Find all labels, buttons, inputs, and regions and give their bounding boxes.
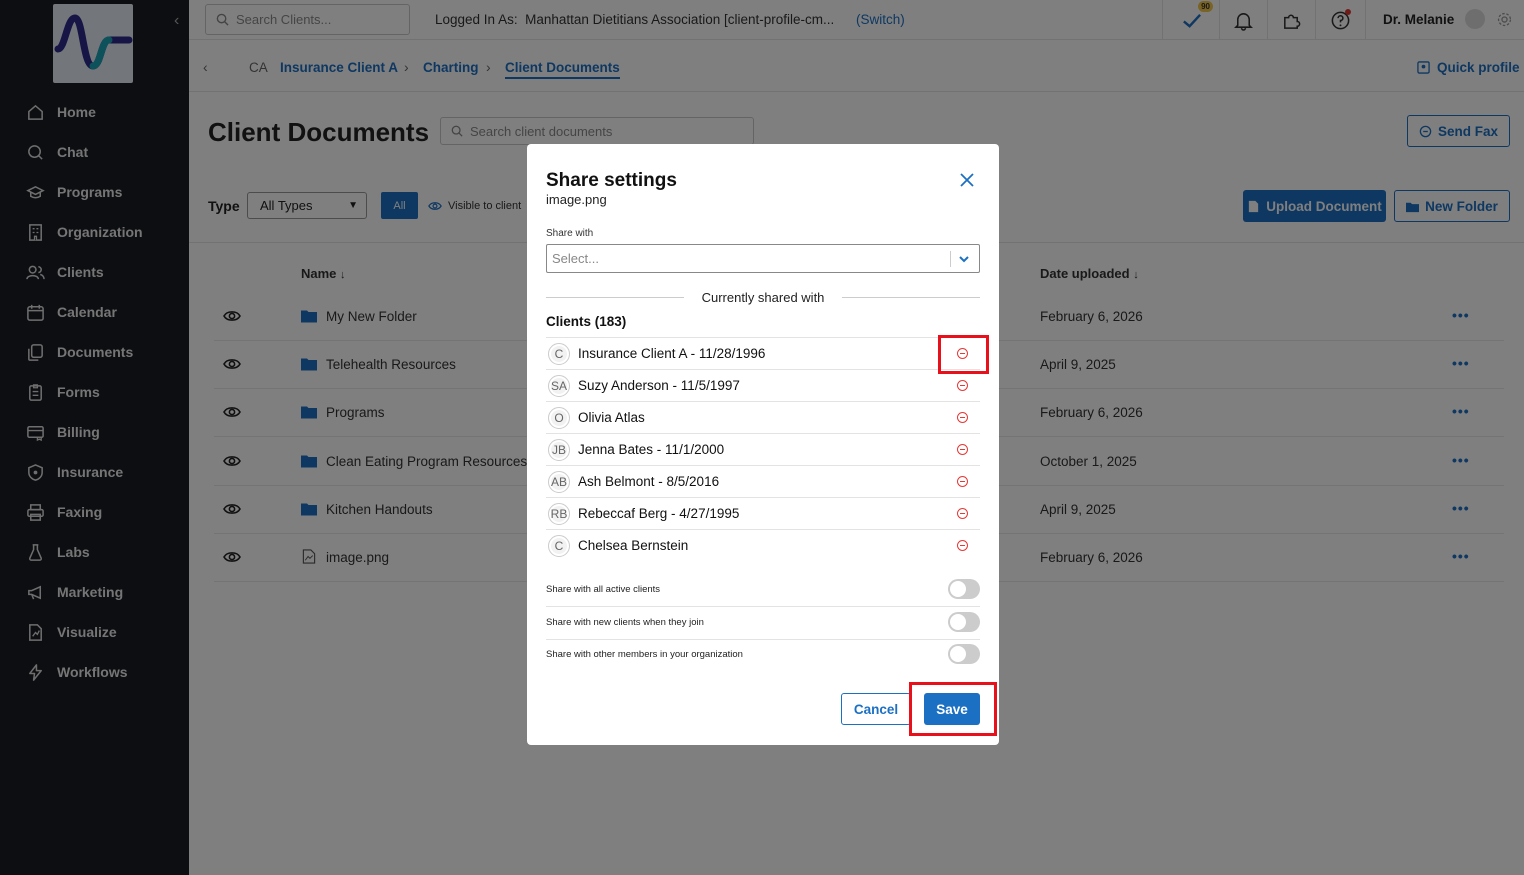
share-toggle-switch[interactable] <box>948 579 980 599</box>
client-avatar: SA <box>548 375 570 397</box>
client-avatar: O <box>548 407 570 429</box>
share-toggle-label: Share with new clients when they join <box>546 616 704 628</box>
shared-client-row: AB Ash Belmont - 8/5/2016 <box>546 465 980 497</box>
share-toggle-label: Share with other members in your organiz… <box>546 649 743 660</box>
share-toggle-switch[interactable] <box>948 611 980 632</box>
share-with-placeholder: Select... <box>552 251 599 266</box>
client-name: Suzy Anderson - 11/5/1997 <box>578 378 740 393</box>
cancel-button[interactable]: Cancel <box>841 693 911 725</box>
client-avatar: C <box>548 343 570 365</box>
remove-client-icon[interactable] <box>957 508 968 519</box>
client-avatar: AB <box>548 471 570 493</box>
modal-title: Share settings <box>546 170 677 191</box>
share-with-label: Share with <box>546 228 594 239</box>
share-with-select[interactable]: Select... <box>546 244 980 273</box>
shared-client-row: SA Suzy Anderson - 11/5/1997 <box>546 369 980 401</box>
modal-filename: image.png <box>546 192 607 207</box>
client-name: Chelsea Bernstein <box>578 538 689 553</box>
share-toggle-row: Share with other members in your organiz… <box>546 639 980 671</box>
clients-count-heading: Clients (183) <box>546 314 627 329</box>
share-toggle-row: Share with new clients when they join <box>546 607 980 639</box>
client-name: Insurance Client A - 11/28/1996 <box>578 346 766 361</box>
share-toggle-row: Share with all active clients <box>546 574 980 606</box>
share-toggle-switch[interactable] <box>948 644 980 664</box>
remove-client-icon[interactable] <box>957 476 968 487</box>
shared-client-row: RB Rebeccaf Berg - 4/27/1995 <box>546 497 980 529</box>
client-avatar: JB <box>548 439 570 461</box>
share-settings-modal: Share settings image.png Share with Sele… <box>527 144 999 745</box>
shared-client-row: C Chelsea Bernstein <box>546 529 980 561</box>
shared-client-row: C Insurance Client A - 11/28/1996 <box>546 337 980 369</box>
client-avatar: RB <box>548 503 570 525</box>
share-toggle-label: Share with all active clients <box>546 584 661 595</box>
chevron-down-icon[interactable] <box>958 253 970 265</box>
close-icon[interactable] <box>959 172 975 188</box>
remove-client-icon[interactable] <box>957 444 968 455</box>
remove-client-icon[interactable] <box>957 380 968 391</box>
highlight-save-button <box>909 682 997 736</box>
highlight-remove-first-client <box>938 335 989 374</box>
client-name: Rebeccaf Berg - 4/27/1995 <box>578 506 740 521</box>
client-name: Ash Belmont - 8/5/2016 <box>578 474 720 489</box>
client-avatar: C <box>548 535 570 557</box>
client-name: Jenna Bates - 11/1/2000 <box>578 442 725 457</box>
currently-shared-heading: Currently shared with <box>701 290 825 305</box>
shared-client-row: O Olivia Atlas <box>546 401 980 433</box>
select-separator <box>950 251 951 267</box>
remove-client-icon[interactable] <box>957 412 968 423</box>
remove-client-icon[interactable] <box>957 540 968 551</box>
shared-client-row: JB Jenna Bates - 11/1/2000 <box>546 433 980 465</box>
client-name: Olivia Atlas <box>578 410 645 425</box>
